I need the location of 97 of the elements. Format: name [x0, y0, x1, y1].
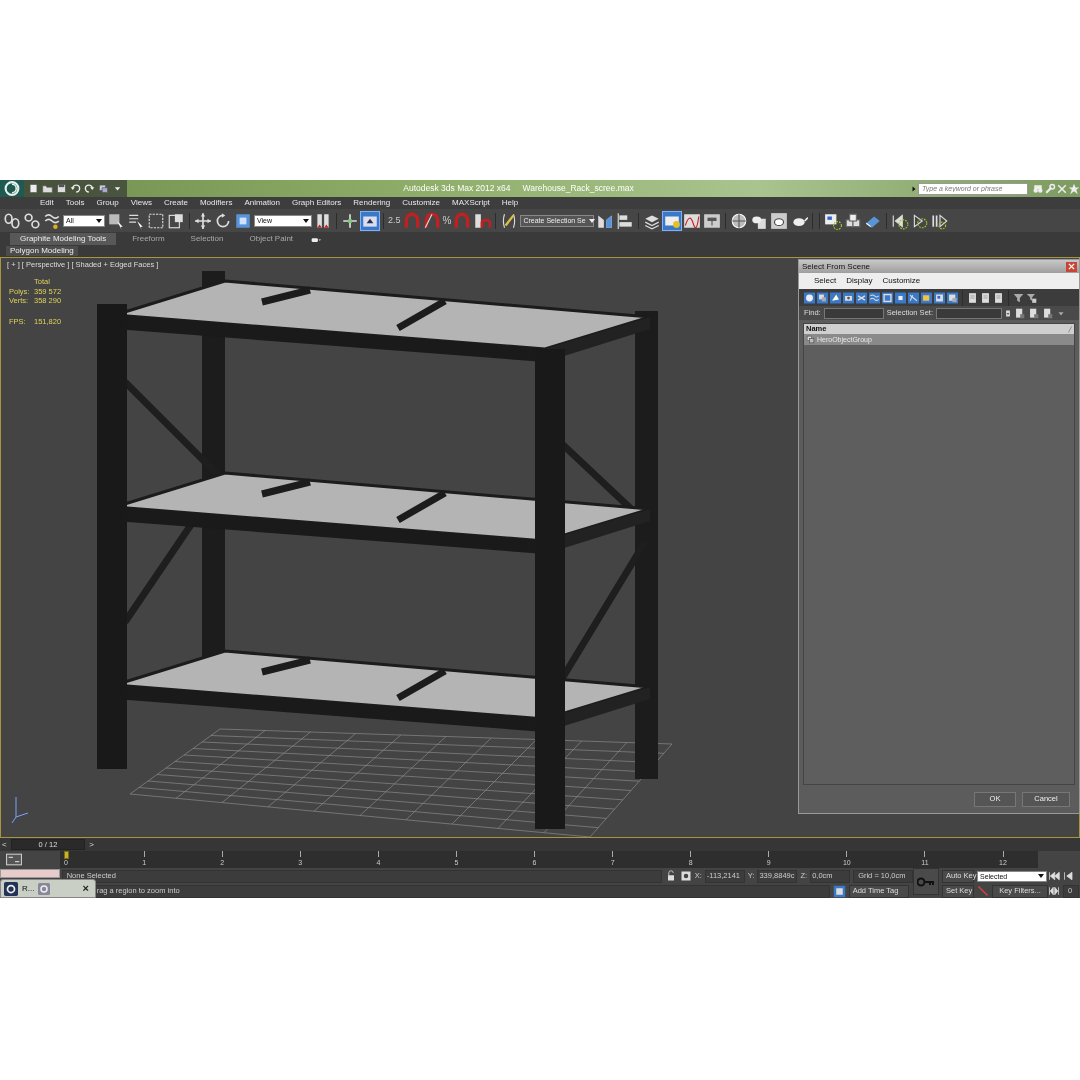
- app-logo-icon[interactable]: [0, 180, 24, 197]
- set-key-toggle[interactable]: [913, 868, 939, 895]
- filter-icon[interactable]: [1013, 291, 1024, 304]
- document-icon[interactable]: [967, 291, 978, 304]
- ribbon-options-icon[interactable]: [309, 235, 324, 245]
- scale-icon[interactable]: [234, 211, 252, 230]
- snap-toggle-label[interactable]: 2.5: [388, 216, 401, 225]
- key-mode-toggle-icon[interactable]: [1048, 885, 1060, 897]
- binoculars-icon[interactable]: [1032, 182, 1044, 195]
- previous-frame-icon[interactable]: [1063, 870, 1075, 882]
- rewind-ring-icon[interactable]: [891, 211, 910, 230]
- spinner-magnet-icon[interactable]: [473, 211, 492, 230]
- absolute-mode-icon[interactable]: [679, 870, 692, 882]
- ribbon-tab[interactable]: Object Paint: [239, 233, 304, 245]
- sort-indicator-icon: [1066, 324, 1074, 334]
- page-remove-icon[interactable]: [1027, 307, 1039, 319]
- percent-snap-label[interactable]: %: [442, 215, 452, 226]
- angle-magnet-icon[interactable]: [422, 211, 441, 230]
- xref-icon[interactable]: [947, 291, 958, 304]
- key-icon: [917, 876, 936, 887]
- redo-icon[interactable]: [84, 183, 95, 194]
- menu-item[interactable]: Customize: [877, 277, 926, 285]
- menu-item[interactable]: Views: [124, 199, 158, 207]
- waves-icon[interactable]: [869, 291, 880, 304]
- camera-icon[interactable]: [843, 291, 854, 304]
- ribbon-tab[interactable]: Graphite Modeling Tools: [10, 233, 117, 245]
- menu-item[interactable]: Create: [157, 199, 194, 207]
- star-icon[interactable]: [1068, 182, 1080, 195]
- image-ring-icon[interactable]: [824, 211, 843, 230]
- menu-item[interactable]: Select: [809, 277, 842, 285]
- dashed-rectangle-icon[interactable]: [147, 211, 165, 230]
- previous-frame-button[interactable]: <: [0, 840, 9, 849]
- close-button[interactable]: [1066, 261, 1077, 272]
- menu-item[interactable]: Graph Editors: [285, 199, 348, 207]
- app-logo-icon[interactable]: [4, 881, 18, 896]
- time-tag-icon[interactable]: [832, 884, 846, 898]
- ribbon-panel-tab[interactable]: Polygon Modeling: [6, 246, 78, 256]
- windows-icon[interactable]: [882, 291, 893, 304]
- save-icon[interactable]: [56, 183, 67, 194]
- menu-item[interactable]: Modifiers: [193, 199, 239, 207]
- ribbon-tab[interactable]: Selection: [180, 233, 234, 245]
- open-folder-icon[interactable]: [42, 183, 53, 194]
- cubes-icon[interactable]: [844, 211, 863, 230]
- menu-item[interactable]: Customize: [396, 199, 447, 207]
- move-icon[interactable]: [194, 211, 212, 230]
- layered-filter-icon[interactable]: [1026, 291, 1037, 304]
- window-page-icon[interactable]: [993, 291, 1004, 304]
- selection-set-field[interactable]: [935, 307, 1002, 319]
- menu-item[interactable]: MAXScript: [446, 199, 496, 207]
- dialog-title: Select From Scene: [802, 262, 871, 271]
- pause-play-ring-icon[interactable]: [931, 211, 950, 230]
- manipulate-icon[interactable]: [341, 211, 359, 230]
- menu-item[interactable]: Rendering: [347, 199, 397, 207]
- window-title: Autodesk 3ds Max 2012 x64: [403, 184, 511, 193]
- menu-item[interactable]: Group: [90, 199, 125, 207]
- blank-page-icon[interactable]: [980, 291, 991, 304]
- next-frame-button[interactable]: >: [87, 840, 96, 849]
- curve-graph-icon[interactable]: [683, 211, 702, 230]
- ribbon-tab[interactable]: Freeform: [122, 233, 175, 245]
- close-button[interactable]: ×: [82, 883, 89, 894]
- rotate-icon[interactable]: [214, 211, 232, 230]
- globe-icon[interactable]: [730, 211, 749, 230]
- menu-item[interactable]: Tools: [59, 199, 91, 207]
- pivot-icon[interactable]: [314, 211, 332, 230]
- stacked-shapes-icon[interactable]: [817, 291, 828, 304]
- ribbon-toggle-icon[interactable]: [663, 211, 682, 230]
- axis-tripod-icon: [11, 796, 29, 824]
- select-object-icon[interactable]: [107, 211, 125, 230]
- square-icon[interactable]: [895, 291, 906, 304]
- window-crossing-icon[interactable]: [167, 211, 185, 230]
- menu-item[interactable]: Help: [495, 199, 525, 207]
- keyboard-override-icon[interactable]: [361, 211, 379, 230]
- align-icon[interactable]: [616, 211, 635, 230]
- schematic-icon[interactable]: [703, 211, 722, 230]
- page-select-icon[interactable]: [1041, 307, 1053, 319]
- file-name: Warehouse_Rack_scree.max: [522, 184, 634, 193]
- maxscript-listener-field[interactable]: [0, 869, 60, 878]
- undo-icon[interactable]: [70, 183, 81, 194]
- sphere-icon[interactable]: [804, 291, 815, 304]
- wave-icon[interactable]: [43, 211, 61, 230]
- taskbar-thumbnail[interactable]: R... ×: [0, 879, 96, 898]
- project-folder-icon[interactable]: [98, 183, 109, 194]
- container-icon[interactable]: [921, 291, 932, 304]
- find-field[interactable]: [823, 307, 884, 319]
- menu-item[interactable]: Animation: [238, 199, 286, 207]
- go-to-start-icon[interactable]: [1048, 870, 1060, 882]
- menu-item[interactable]: Display: [841, 277, 878, 285]
- chain-link-icon[interactable]: [3, 211, 21, 230]
- group-icon[interactable]: [934, 291, 945, 304]
- page-add-icon[interactable]: [1013, 307, 1025, 319]
- group-icon: [806, 335, 815, 344]
- new-file-icon[interactable]: [28, 183, 39, 194]
- menu-item[interactable]: Edit: [34, 199, 60, 207]
- wrench-icon[interactable]: [1044, 182, 1056, 195]
- window-name: R...: [22, 884, 35, 893]
- broken-chain-icon[interactable]: [23, 211, 41, 230]
- frame-marker[interactable]: [64, 851, 69, 859]
